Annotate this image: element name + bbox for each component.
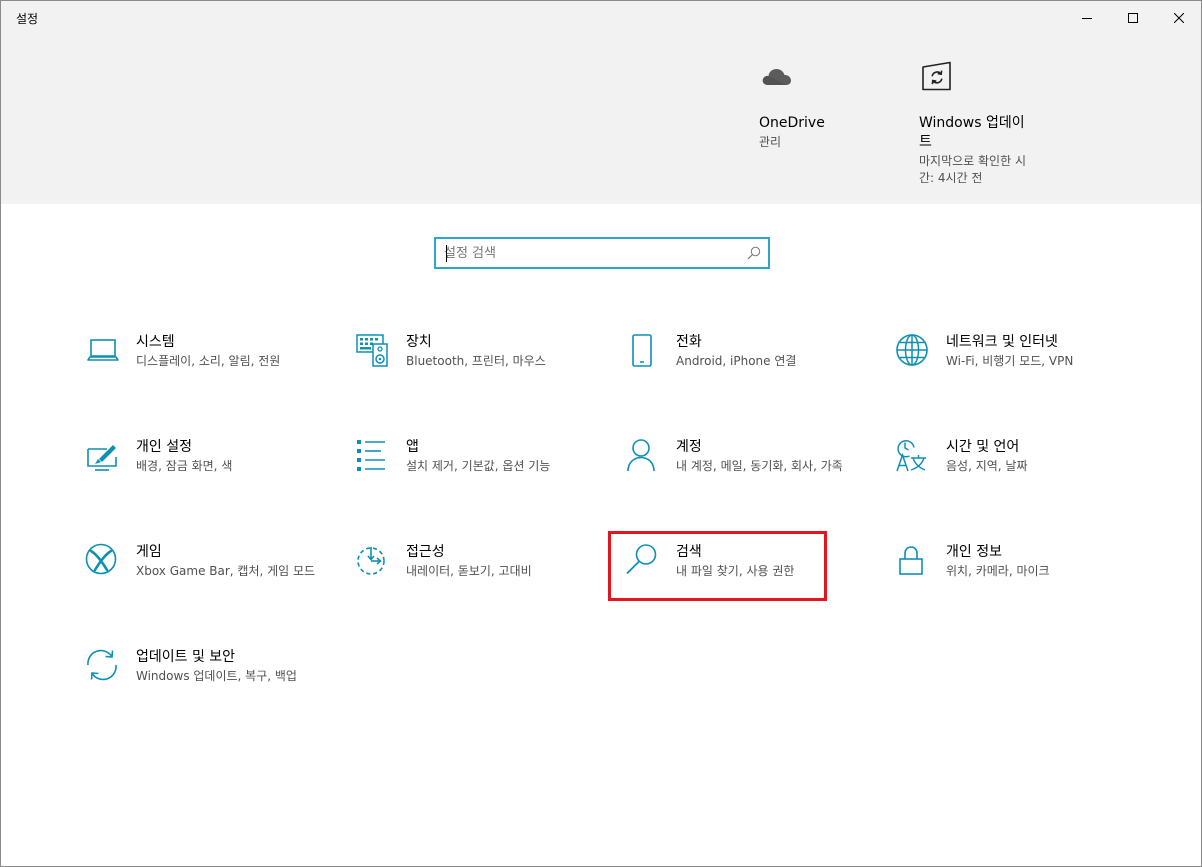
category-subtitle: 내 파일 찾기, 사용 권한: [676, 564, 795, 578]
category-subtitle: 설치 제거, 기본값, 옵션 기능: [406, 459, 551, 473]
quick-link-title: OneDrive: [759, 115, 825, 131]
category-gaming[interactable]: 게임 Xbox Game Bar, 캡처, 게임 모드: [85, 543, 325, 623]
category-subtitle: 내레이터, 돋보기, 고대비: [406, 564, 532, 578]
title-bar[interactable]: 설정: [1, 1, 1201, 35]
ease-of-access-icon: [357, 547, 385, 575]
category-search[interactable]: 검색 내 파일 찾기, 사용 권한: [625, 543, 865, 623]
category-apps[interactable]: 앱 설치 제거, 기본값, 옵션 기능: [355, 438, 595, 518]
category-devices[interactable]: 장치 Bluetooth, 프린터, 마우스: [355, 333, 595, 413]
category-phone[interactable]: 전화 Android, iPhone 연결: [625, 333, 865, 413]
category-title: 게임: [136, 544, 162, 560]
header-area: 설정 OneDrive 관리 Windows 업데이트 마지막으로 확인한 시간…: [1, 1, 1201, 204]
category-subtitle: Xbox Game Bar, 캡처, 게임 모드: [136, 564, 316, 578]
windows-update-icon: [922, 61, 951, 91]
sync-icon: [87, 649, 117, 681]
app-title: 설정: [16, 12, 39, 26]
category-title: 계정: [676, 439, 702, 455]
category-title: 장치: [406, 334, 432, 350]
maximize-icon: [1128, 13, 1138, 23]
category-title: 개인 정보: [946, 544, 1002, 560]
close-button[interactable]: [1156, 1, 1202, 35]
quick-link-subtitle: 마지막으로 확인한 시간: 4시간 전: [919, 154, 1026, 185]
minimize-icon: [1082, 18, 1092, 19]
lock-icon: [899, 546, 923, 575]
category-personalization[interactable]: 개인 설정 배경, 잠금 화면, 색: [85, 438, 325, 518]
keyboard-speaker-icon: [356, 334, 388, 367]
category-title: 시스템: [136, 334, 175, 350]
category-subtitle: 내 계정, 메일, 동기화, 회사, 가족: [676, 459, 843, 473]
category-subtitle: 배경, 잠금 화면, 색: [136, 459, 233, 473]
category-title: 업데이트 및 보안: [136, 649, 236, 665]
category-title: 네트워크 및 인터넷: [946, 334, 1058, 350]
search-input[interactable]: [444, 239, 744, 267]
close-icon: [1174, 13, 1184, 23]
category-subtitle: 디스플레이, 소리, 알림, 전원: [136, 354, 281, 368]
category-subtitle: Windows 업데이트, 복구, 백업: [136, 669, 297, 683]
category-subtitle: 위치, 카메라, 마이크: [946, 564, 1050, 578]
quick-link-subtitle: 관리: [759, 135, 782, 149]
laptop-icon: [87, 339, 119, 361]
category-title: 시간 및 언어: [946, 439, 1020, 455]
apps-list-icon: [357, 440, 385, 471]
minimize-button[interactable]: [1064, 1, 1110, 35]
quick-link-onedrive[interactable]: OneDrive 관리: [759, 59, 879, 151]
category-privacy[interactable]: 개인 정보 위치, 카메라, 마이크: [895, 543, 1135, 623]
search-icon[interactable]: [746, 245, 762, 261]
category-title: 검색: [676, 544, 702, 560]
personalization-icon: [87, 445, 117, 471]
category-subtitle: Bluetooth, 프린터, 마우스: [406, 354, 546, 368]
cloud-icon: [762, 69, 791, 85]
category-ease-of-access[interactable]: 접근성 내레이터, 돋보기, 고대비: [355, 543, 595, 623]
category-time-language[interactable]: 시간 및 언어 음성, 지역, 날짜: [895, 438, 1135, 518]
phone-icon: [632, 334, 652, 367]
category-title: 개인 설정: [136, 439, 192, 455]
quick-link-title: Windows 업데이트: [919, 115, 1025, 150]
search-box[interactable]: [434, 237, 770, 269]
category-accounts[interactable]: 계정 내 계정, 메일, 동기화, 회사, 가족: [625, 438, 865, 518]
category-title: 전화: [676, 334, 702, 350]
xbox-icon: [85, 543, 117, 575]
person-icon: [627, 439, 655, 472]
search-icon: [626, 544, 657, 575]
maximize-button[interactable]: [1110, 1, 1156, 35]
category-subtitle: Android, iPhone 연결: [676, 354, 797, 368]
text-caret: [446, 245, 447, 262]
time-language-icon: [896, 440, 926, 472]
category-subtitle: 음성, 지역, 날짜: [946, 459, 1028, 473]
category-title: 접근성: [406, 544, 445, 560]
globe-icon: [896, 334, 928, 366]
category-subtitle: Wi-Fi, 비행기 모드, VPN: [946, 354, 1074, 368]
quick-link-windows-update[interactable]: Windows 업데이트 마지막으로 확인한 시간: 4시간 전: [919, 59, 1039, 187]
category-update-security[interactable]: 업데이트 및 보안 Windows 업데이트, 복구, 백업: [85, 648, 325, 728]
category-system[interactable]: 시스템 디스플레이, 소리, 알림, 전원: [85, 333, 325, 413]
category-title: 앱: [406, 439, 419, 455]
category-network[interactable]: 네트워크 및 인터넷 Wi-Fi, 비행기 모드, VPN: [895, 333, 1135, 413]
